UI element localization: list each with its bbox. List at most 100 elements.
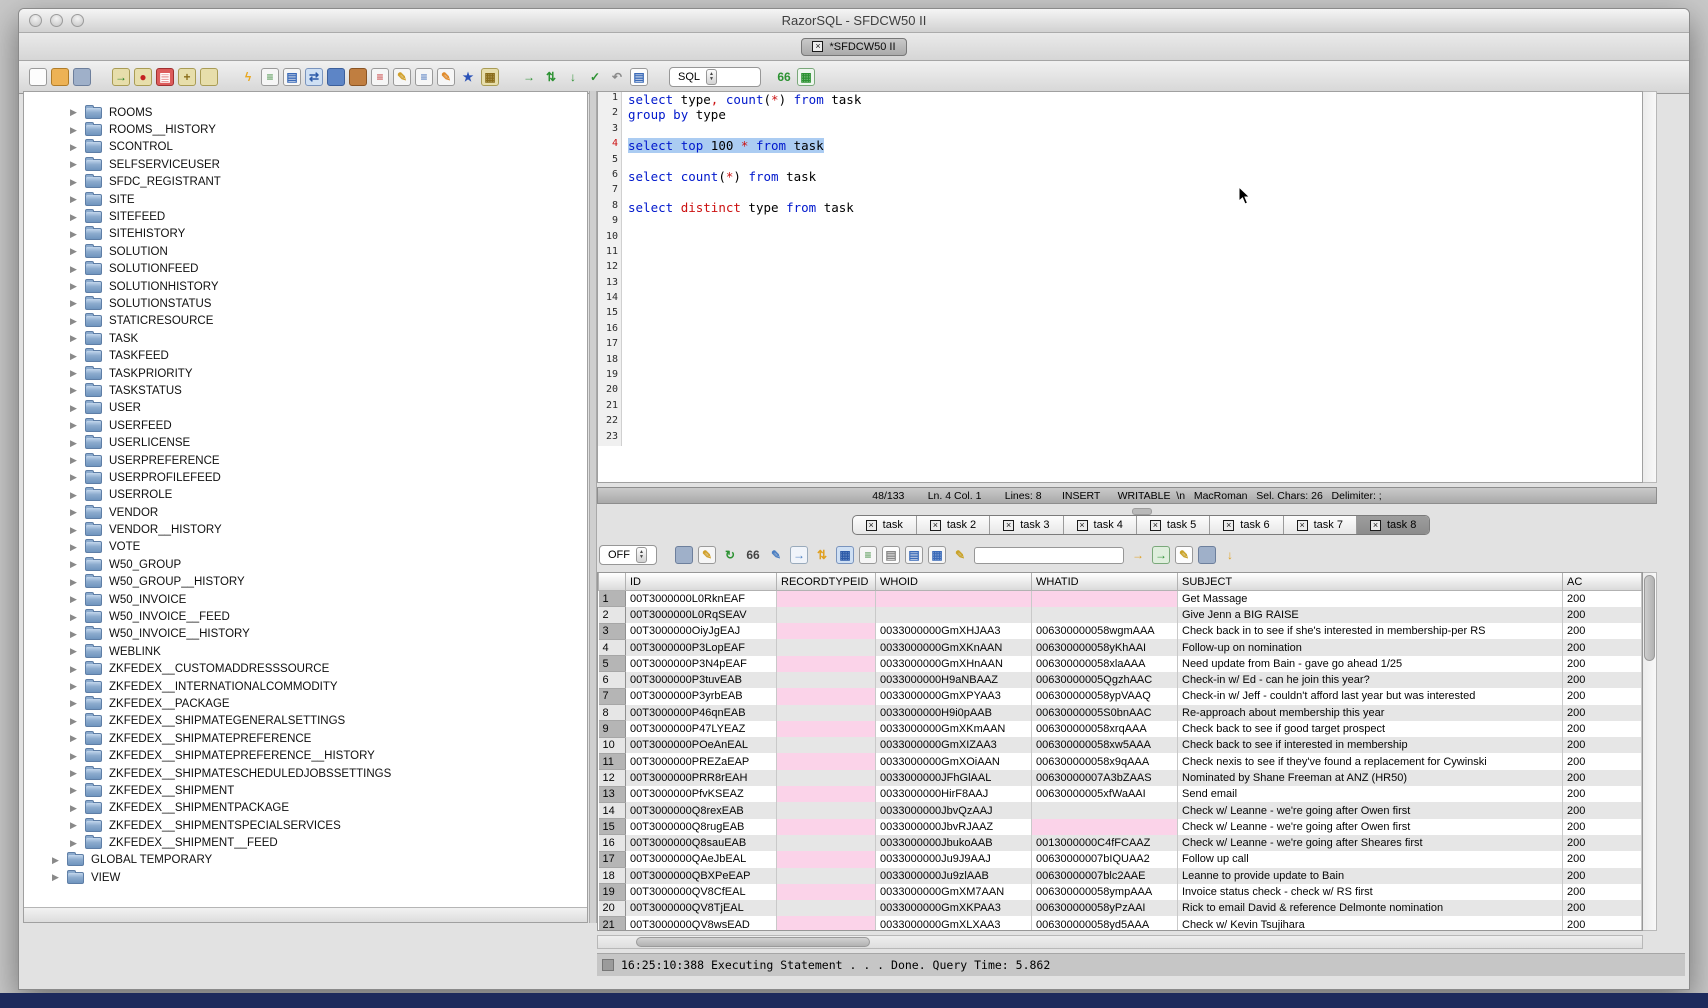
table-cell[interactable]: 00630000007A3bZAAS	[1032, 770, 1178, 786]
zoom-window-icon[interactable]	[71, 14, 84, 27]
editor-line[interactable]: 11	[598, 246, 1642, 261]
tree-item[interactable]: ▶ZKFEDEX__SHIPMATESCHEDULEDJOBSSETTINGS	[24, 765, 587, 782]
disclosure-triangle-icon[interactable]: ▶	[70, 385, 85, 396]
tab-close-icon[interactable]: ×	[812, 41, 823, 52]
table-row[interactable]: 2100T3000000QV8wsEAD0033000000GmXLXAA300…	[599, 916, 1642, 931]
table-cell[interactable]: 0033000000GmXKnAAN	[876, 639, 1032, 655]
disclosure-triangle-icon[interactable]: ▶	[70, 403, 85, 414]
commit-icon[interactable]: ✓	[586, 68, 604, 86]
editor-line[interactable]: 3	[598, 123, 1642, 138]
table-cell[interactable]: 006300000058ypVAAQ	[1032, 688, 1178, 704]
editor-line[interactable]: 13	[598, 277, 1642, 292]
download-icon[interactable]: ↓	[1221, 546, 1239, 564]
table-cell[interactable]: 00T3000000QBXPeEAP	[626, 868, 777, 884]
scrollbar-thumb[interactable]	[1644, 575, 1655, 661]
table-row[interactable]: 1500T3000000Q8rugEAB0033000000JbvRJAAZCh…	[599, 819, 1642, 835]
disclosure-triangle-icon[interactable]: ▶	[70, 594, 85, 605]
tree-item[interactable]: ▶W50_INVOICE__FEED	[24, 608, 587, 625]
document-tab[interactable]: × *SFDCW50 II	[801, 38, 906, 56]
table-cell[interactable]: Check nexis to see if they've found a re…	[1178, 753, 1563, 769]
table-row[interactable]: 500T3000000P3N4pEAF0033000000GmXHnAAN006…	[599, 656, 1642, 672]
table-cell[interactable]	[777, 656, 876, 672]
table-cell[interactable]	[876, 607, 1032, 623]
editor-line[interactable]: 23	[598, 431, 1642, 446]
table-cell[interactable]: 006300000058ympAAA	[1032, 884, 1178, 900]
table-cell[interactable]: 00T3000000QV8CfEAL	[626, 884, 777, 900]
describe-icon[interactable]: ≡	[859, 546, 877, 564]
table-cell[interactable]: 00630000007bIQUAA2	[1032, 851, 1178, 867]
results-vertical-scrollbar[interactable]	[1643, 572, 1657, 931]
export-page-icon[interactable]: ▤	[283, 68, 301, 86]
edit-notes-icon[interactable]: ✎	[1175, 546, 1193, 564]
import-table-icon[interactable]: →	[112, 68, 130, 86]
table-cell[interactable]: 006300000058x9qAAA	[1032, 753, 1178, 769]
max-rows-selector[interactable]: OFF ▲▼	[599, 545, 657, 565]
table-cell[interactable]	[777, 916, 876, 931]
table-cell[interactable]: 200	[1563, 607, 1642, 623]
table-cell[interactable]	[777, 802, 876, 818]
table-cell[interactable]	[1032, 819, 1178, 835]
disclosure-triangle-icon[interactable]: ▶	[70, 438, 85, 449]
column-header[interactable]: SUBJECT	[1178, 573, 1563, 591]
sql-editor[interactable]: 1select type, count(*) from task2group b…	[597, 91, 1643, 483]
table-row[interactable]: 1400T3000000Q8rexEAB0033000000JbvQzAAJCh…	[599, 802, 1642, 818]
save-results-icon[interactable]	[675, 546, 693, 564]
disclosure-triangle-icon[interactable]: ▶	[70, 820, 85, 831]
table-cell[interactable]: 200	[1563, 656, 1642, 672]
editor-line[interactable]: 6select count(*) from task	[598, 169, 1642, 184]
disclosure-triangle-icon[interactable]: ▶	[70, 559, 85, 570]
disclosure-triangle-icon[interactable]: ▶	[70, 716, 85, 727]
results-tab[interactable]: ×task 7	[1284, 516, 1357, 534]
disclosure-triangle-icon[interactable]: ▶	[70, 733, 85, 744]
fetch-icon[interactable]: ↓	[564, 68, 582, 86]
results-header-row[interactable]: IDRECORDTYPEIDWHOIDWHATIDSUBJECTAC	[599, 573, 1642, 591]
table-cell[interactable]: 200	[1563, 737, 1642, 753]
tree-item[interactable]: ▶ZKFEDEX__SHIPMATEPREFERENCE__HISTORY	[24, 747, 587, 764]
column-header[interactable]: ID	[626, 573, 777, 591]
table-row[interactable]: 1100T3000000PREZaEAP0033000000GmXOiAAN00…	[599, 753, 1642, 769]
tab-close-icon[interactable]: ×	[1370, 520, 1381, 531]
table-cell[interactable]: 0033000000Ju9J9AAJ	[876, 851, 1032, 867]
tree-item[interactable]: ▶USERLICENSE	[24, 434, 587, 451]
table-cell[interactable]: Follow up call	[1178, 851, 1563, 867]
describe-list-icon[interactable]: ≡	[261, 68, 279, 86]
tree-item[interactable]: ▶W50_INVOICE	[24, 591, 587, 608]
disclosure-triangle-icon[interactable]: ▶	[70, 264, 85, 275]
disclosure-triangle-icon[interactable]: ▶	[70, 281, 85, 292]
table-cell[interactable]: 200	[1563, 900, 1642, 916]
refresh-icon[interactable]: ↻	[721, 546, 739, 564]
disclosure-triangle-icon[interactable]: ▶	[52, 855, 67, 866]
minimize-window-icon[interactable]	[50, 14, 63, 27]
copy-table-cells-icon[interactable]: ▦	[928, 546, 946, 564]
table-cell[interactable]: 0033000000H9aNBAAZ	[876, 672, 1032, 688]
table-cell[interactable]	[777, 705, 876, 721]
disclosure-triangle-icon[interactable]: ▶	[70, 316, 85, 327]
table-cell[interactable]: 0033000000JbvQzAAJ	[876, 802, 1032, 818]
table-cell[interactable]: 200	[1563, 591, 1642, 607]
disclosure-triangle-icon[interactable]: ▶	[70, 125, 85, 136]
align-list-icon[interactable]: ≡	[415, 68, 433, 86]
table-cell[interactable]: 0013000000C4fFCAAZ	[1032, 835, 1178, 851]
edit-cell-icon[interactable]: ✎	[767, 546, 785, 564]
tab-close-icon[interactable]: ×	[1150, 520, 1161, 531]
table-cell[interactable]: Follow-up on nomination	[1178, 639, 1563, 655]
table-cell[interactable]: 200	[1563, 916, 1642, 931]
editor-line[interactable]: 2group by type	[598, 107, 1642, 122]
generate-table-icon[interactable]: ▦	[481, 68, 499, 86]
table-cell[interactable]: 0033000000GmXHJAA3	[876, 623, 1032, 639]
tree-item[interactable]: ▶ZKFEDEX__SHIPMATEPREFERENCE	[24, 730, 587, 747]
tree-item[interactable]: ▶VENDOR	[24, 504, 587, 521]
table-cell[interactable]: 006300000058xrqAAA	[1032, 721, 1178, 737]
table-cell[interactable]: 0033000000JbukoAAB	[876, 835, 1032, 851]
sql-bolt-icon[interactable]: ϟ	[239, 68, 257, 86]
table-cell[interactable]: 200	[1563, 786, 1642, 802]
editor-vertical-scrollbar[interactable]	[1643, 91, 1657, 483]
table-cell[interactable]	[777, 900, 876, 916]
save-grid-icon[interactable]	[1198, 546, 1216, 564]
table-cell[interactable]: 006300000058yd5AAA	[1032, 916, 1178, 931]
page-icon[interactable]: ▤	[882, 546, 900, 564]
filter-icon[interactable]: ✎	[698, 546, 716, 564]
disclosure-triangle-icon[interactable]: ▶	[70, 664, 85, 675]
disclosure-triangle-icon[interactable]: ▶	[70, 768, 85, 779]
table-row[interactable]: 700T3000000P3yrbEAB0033000000GmXPYAA3006…	[599, 688, 1642, 704]
